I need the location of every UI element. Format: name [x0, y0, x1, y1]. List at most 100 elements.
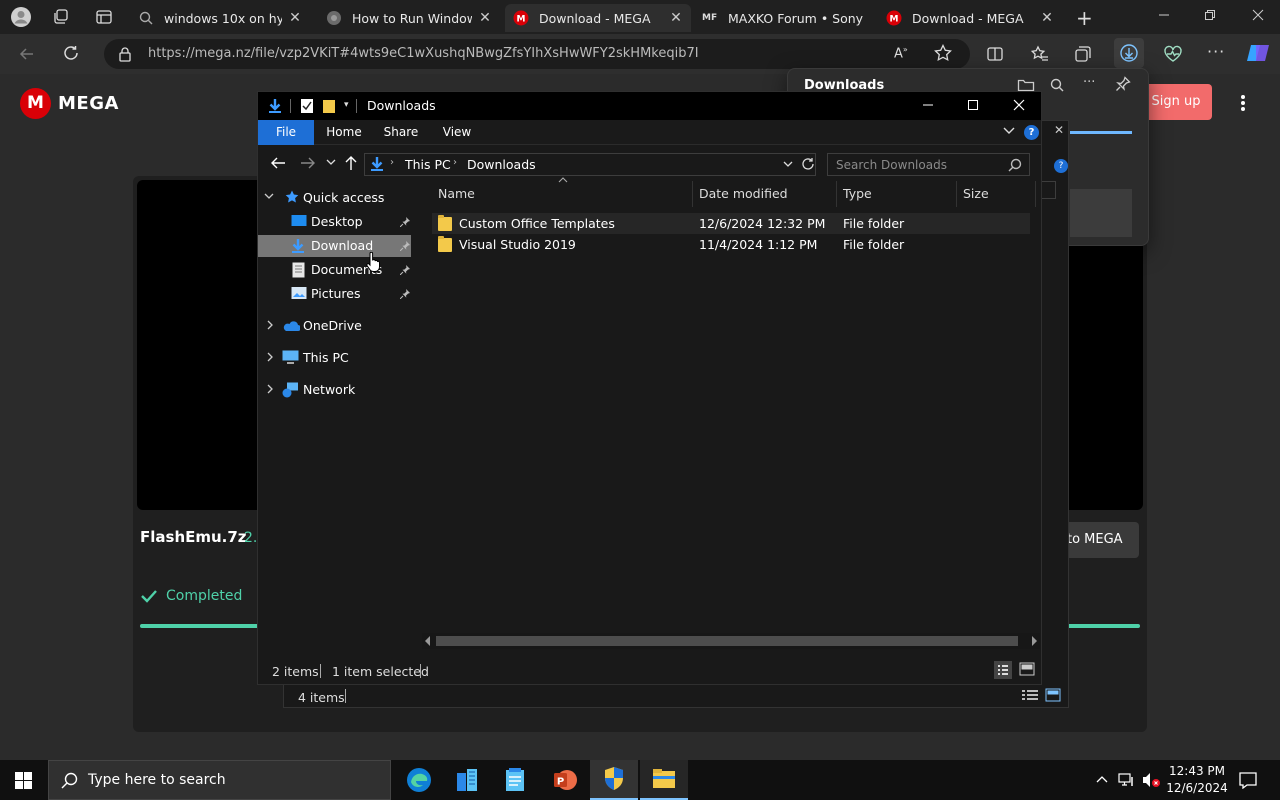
taskbar-uac-shield-icon[interactable]	[590, 760, 638, 800]
nav-forward-icon[interactable]	[300, 156, 316, 170]
nav-network[interactable]: Network	[258, 379, 416, 401]
column-header-name[interactable]: Name	[432, 181, 693, 207]
path-segment-this-pc[interactable]: This PC	[405, 157, 451, 172]
chevron-right-icon[interactable]	[266, 320, 274, 330]
downloads-more-icon[interactable]: ···	[1083, 75, 1095, 90]
table-row[interactable]: Custom Office Templates 12/6/2024 12:32 …	[432, 213, 1030, 234]
column-header-size[interactable]: Size	[957, 181, 1036, 207]
restore-icon[interactable]	[1204, 9, 1216, 21]
clock-time[interactable]: 12:43 PM	[1166, 764, 1228, 778]
mega-logo[interactable]: M MEGA	[20, 88, 119, 119]
page-menu-icon[interactable]	[1240, 94, 1246, 112]
bg-help-icon[interactable]: ?	[1054, 159, 1068, 173]
ribbon-tab-view[interactable]: View	[432, 120, 482, 145]
nav-onedrive[interactable]: OneDrive	[258, 315, 416, 337]
back-icon[interactable]	[18, 45, 36, 63]
taskbar-notepad-icon[interactable]	[491, 760, 539, 800]
browser-essentials-icon[interactable]	[1163, 45, 1183, 63]
path-bar[interactable]: › This PC › Downloads	[364, 153, 816, 176]
profile-icon[interactable]	[10, 6, 32, 28]
tab-2[interactable]: How to Run Windows 10X ✕	[318, 4, 500, 32]
collections-icon[interactable]	[1074, 45, 1092, 63]
nav-documents[interactable]: Documents	[258, 259, 416, 281]
horizontal-scrollbar[interactable]	[422, 633, 1040, 649]
close-tab-icon[interactable]: ✕	[669, 10, 683, 26]
customize-toolbar-icon[interactable]: ▾	[344, 100, 349, 110]
close-window-icon[interactable]	[1252, 9, 1264, 21]
path-history-icon[interactable]	[783, 160, 793, 168]
lock-icon[interactable]	[118, 46, 132, 62]
taskbar-buildings-icon[interactable]	[443, 760, 491, 800]
clock-date[interactable]: 12/6/2024	[1166, 781, 1228, 795]
workspaces-icon[interactable]	[52, 8, 70, 26]
expand-ribbon-icon[interactable]	[1003, 126, 1015, 136]
show-hidden-icons-chevron[interactable]	[1096, 774, 1108, 784]
column-header-type[interactable]: Type	[837, 181, 957, 207]
nav-back-icon[interactable]	[270, 156, 286, 170]
new-tab-icon[interactable]: +	[1076, 6, 1093, 30]
new-folder-icon[interactable]	[322, 98, 336, 114]
tab-4[interactable]: MF MAXKO Forum • Sony V	[694, 4, 874, 32]
details-view-button[interactable]	[994, 661, 1012, 679]
close-tab-icon[interactable]: ✕	[288, 10, 302, 26]
chevron-right-icon[interactable]	[266, 352, 274, 362]
more-menu-icon[interactable]: ···	[1207, 42, 1225, 61]
copilot-icon[interactable]	[1246, 42, 1270, 64]
taskbar-search-box[interactable]: Type here to search	[48, 760, 391, 800]
ribbon-tab-file[interactable]: File	[258, 120, 314, 145]
tab-5[interactable]: M Download - MEGA ✕	[878, 4, 1062, 32]
scrollbar-thumb[interactable]	[436, 636, 1018, 646]
downloads-toolbar-button[interactable]	[1114, 38, 1144, 68]
taskbar-file-explorer-icon[interactable]	[640, 760, 688, 800]
explorer-close-icon[interactable]	[1013, 99, 1025, 111]
nav-up-icon[interactable]	[344, 155, 358, 171]
search-downloads-input[interactable]: Search Downloads	[827, 153, 1030, 176]
search-downloads-icon[interactable]	[1049, 77, 1065, 93]
split-screen-icon[interactable]	[986, 45, 1004, 63]
address-bar[interactable]: https://mega.nz/file/vzp2VKiT#4wts9eC1wX…	[104, 39, 970, 69]
path-segment-downloads[interactable]: Downloads	[467, 157, 536, 172]
explorer-maximize-icon[interactable]	[967, 99, 979, 111]
favorites-icon[interactable]	[1031, 45, 1049, 63]
notification-center-icon[interactable]	[1239, 772, 1257, 789]
read-aloud-icon[interactable]: A»	[894, 45, 908, 61]
scroll-left-icon[interactable]	[425, 636, 431, 646]
tab-3-active[interactable]: M Download - MEGA ✕	[505, 4, 691, 32]
refresh-folder-icon[interactable]	[801, 157, 815, 171]
close-tab-icon[interactable]: ✕	[478, 10, 492, 26]
ribbon-tab-share[interactable]: Share	[376, 120, 426, 145]
large-icons-view-icon[interactable]	[1019, 662, 1035, 676]
explorer-minimize-icon[interactable]	[922, 99, 934, 111]
column-header-date[interactable]: Date modified	[693, 181, 837, 207]
thumbnails-view-icon[interactable]	[1045, 688, 1061, 702]
favorite-star-icon[interactable]	[934, 44, 952, 62]
nav-downloads-selected[interactable]: Download	[258, 235, 411, 257]
volume-muted-icon[interactable]	[1141, 772, 1161, 788]
nav-quick-access[interactable]: Quick access	[258, 187, 416, 209]
help-icon[interactable]: ?	[1024, 125, 1039, 140]
windows-start-icon[interactable]	[15, 772, 32, 789]
taskbar-edge-icon[interactable]	[395, 760, 443, 800]
signup-button[interactable]: Sign up	[1140, 84, 1212, 120]
chevron-right-icon[interactable]	[266, 384, 274, 394]
tab-actions-icon[interactable]	[95, 8, 113, 26]
minimize-icon[interactable]	[1158, 9, 1170, 21]
pin-icon[interactable]	[400, 289, 410, 299]
pin-icon[interactable]	[1115, 76, 1131, 92]
close-tab-icon[interactable]: ✕	[1040, 10, 1054, 26]
refresh-icon[interactable]	[62, 44, 80, 62]
taskbar-powerpoint-icon[interactable]: P	[541, 760, 589, 800]
nav-this-pc[interactable]: This PC	[258, 347, 416, 369]
recent-locations-icon[interactable]	[326, 158, 336, 166]
pin-icon[interactable]	[400, 217, 410, 227]
bg-close-icon[interactable]: ✕	[1054, 123, 1064, 137]
scroll-right-icon[interactable]	[1031, 636, 1037, 646]
nav-pictures[interactable]: Pictures	[258, 283, 416, 305]
chevron-down-icon[interactable]	[264, 192, 274, 200]
table-row[interactable]: Visual Studio 2019 11/4/2024 1:12 PM Fil…	[432, 234, 1030, 255]
pin-icon[interactable]	[400, 265, 410, 275]
details-view-icon[interactable]	[1022, 689, 1038, 701]
tab-1[interactable]: windows 10x on hyper-v ✕	[130, 4, 310, 32]
ribbon-tab-home[interactable]: Home	[318, 120, 370, 145]
network-status-icon[interactable]	[1118, 772, 1136, 788]
